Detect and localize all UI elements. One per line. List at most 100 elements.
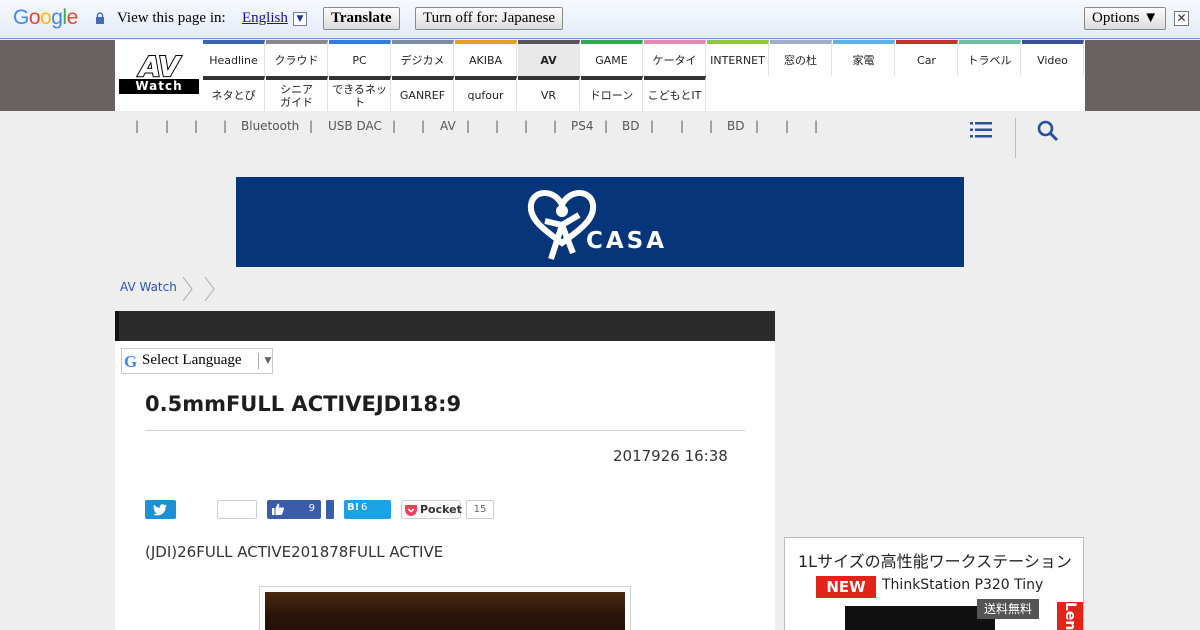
nav-tab[interactable]: Car bbox=[896, 40, 958, 76]
nav-tab[interactable]: トラベル bbox=[959, 40, 1021, 76]
subnav-divider: | bbox=[135, 119, 140, 133]
nav-tab[interactable]: qufour bbox=[455, 76, 517, 111]
subnav-divider: | bbox=[392, 119, 397, 133]
translate-button[interactable]: Translate bbox=[323, 7, 400, 30]
nav-tab[interactable]: シニア ガイド bbox=[266, 76, 328, 111]
google-logo: Google bbox=[13, 6, 78, 29]
article-photo[interactable] bbox=[265, 592, 625, 630]
header-inner: AV Watch Headline クラウド PC デジカメ AKIBA AV GAME ケー… bbox=[115, 40, 1085, 111]
site-logo[interactable]: AV Watch bbox=[119, 49, 199, 94]
sub-navigation: | | | | Bluetooth | USB DAC | | AV | | |… bbox=[115, 117, 845, 137]
hatena-count: 6 bbox=[361, 502, 368, 513]
nav-tab[interactable]: デジカメ bbox=[392, 40, 454, 76]
nav-tab[interactable]: AV bbox=[518, 40, 580, 76]
lock-icon bbox=[96, 12, 104, 24]
subnav-link-usbdac[interactable]: USB DAC bbox=[328, 119, 382, 133]
subnav-divider: | bbox=[650, 119, 655, 133]
ad-product-image bbox=[845, 606, 995, 630]
site-header: AV Watch Headline クラウド PC デジカメ AKIBA AV GAME ケー… bbox=[0, 40, 1200, 111]
subnav-divider: | bbox=[165, 119, 170, 133]
chevron-right-icon bbox=[182, 276, 193, 302]
nav-tab[interactable]: 窓の杜 bbox=[770, 40, 832, 76]
search-icon[interactable] bbox=[1037, 120, 1059, 142]
chevron-right-icon bbox=[204, 276, 215, 302]
select-language-dropdown[interactable]: G Select Language ▼ bbox=[121, 348, 274, 374]
header-divider bbox=[1015, 118, 1016, 158]
pocket-button[interactable]: Pocket bbox=[401, 500, 462, 519]
translate-bar: Google View this page in: English ▼ Tran… bbox=[0, 0, 1200, 39]
ad-title: 1Lサイズの高性能ワークステーション bbox=[798, 552, 1072, 571]
nav-tab[interactable]: GAME bbox=[581, 40, 643, 76]
hatena-bookmark-button[interactable]: B! 6 bbox=[344, 500, 391, 519]
subnav-divider: | bbox=[466, 119, 471, 133]
menu-list-icon[interactable] bbox=[970, 121, 992, 139]
facebook-like-button[interactable]: 9 bbox=[267, 500, 321, 519]
close-icon[interactable]: ✕ bbox=[1174, 11, 1189, 26]
subnav-divider: | bbox=[604, 119, 609, 133]
nav-tab[interactable]: PC bbox=[329, 40, 391, 76]
breadcrumb-home[interactable]: AV Watch bbox=[120, 280, 177, 294]
nav-tab[interactable]: ネタとぴ bbox=[203, 76, 265, 111]
nav-tab[interactable]: AKIBA bbox=[455, 40, 517, 76]
twitter-share-button[interactable] bbox=[145, 500, 176, 519]
banner-brand: CASA bbox=[586, 228, 668, 254]
facebook-share-button[interactable] bbox=[326, 500, 334, 519]
options-button[interactable]: Options ▼ bbox=[1084, 7, 1167, 30]
breadcrumb: AV Watch bbox=[120, 280, 177, 294]
select-language-label: Select Language bbox=[142, 352, 242, 368]
subnav-divider: | bbox=[309, 119, 314, 133]
nav-tab[interactable]: VR bbox=[518, 76, 580, 111]
pocket-icon bbox=[405, 505, 417, 516]
nav-tab[interactable]: ケータイ bbox=[644, 40, 706, 76]
language-dropdown-icon[interactable]: ▼ bbox=[293, 12, 307, 26]
subnav-divider: | bbox=[680, 119, 685, 133]
subnav-link-ps4[interactable]: PS4 bbox=[571, 119, 594, 133]
subnav-divider: | bbox=[495, 119, 500, 133]
article-lead: (JDI)26FULL ACTIVE201878FULL ACTIVE bbox=[145, 543, 444, 561]
nav-tab[interactable]: できるネット bbox=[329, 76, 391, 111]
article-photo-frame[interactable] bbox=[259, 586, 631, 630]
nav-tab[interactable]: こどもとIT bbox=[644, 76, 706, 111]
nav-tab[interactable]: 家電 bbox=[833, 40, 895, 76]
ad-new-badge: NEW bbox=[816, 576, 876, 598]
chevron-down-icon: ▼ bbox=[262, 353, 274, 367]
ad-brand-logo: Lenovo bbox=[1057, 602, 1083, 630]
article-date: 2017926 16:38 bbox=[613, 447, 728, 465]
subnav-divider: | bbox=[223, 119, 228, 133]
logo-watch-text: Watch bbox=[119, 79, 199, 94]
nav-tab[interactable]: クラウド bbox=[266, 40, 328, 76]
ad-product-name: ThinkStation P320 Tiny bbox=[882, 577, 1044, 593]
nav-tab[interactable]: Video bbox=[1022, 40, 1084, 76]
pocket-count: 15 bbox=[466, 500, 494, 519]
language-link[interactable]: English bbox=[242, 10, 288, 27]
article-header-bar bbox=[115, 311, 775, 341]
hatena-label: B! bbox=[347, 502, 360, 513]
subnav-divider: | bbox=[785, 119, 790, 133]
ad-shipping-badge: 送料無料 bbox=[977, 599, 1039, 619]
side-ad[interactable]: 1Lサイズの高性能ワークステーション NEW ThinkStation P320… bbox=[784, 537, 1084, 630]
twitter-count-bubble bbox=[217, 500, 257, 519]
subnav-divider: | bbox=[709, 119, 714, 133]
select-divider bbox=[258, 353, 259, 369]
subnav-link-av[interactable]: AV bbox=[440, 119, 456, 133]
turn-off-button[interactable]: Turn off for: Japanese bbox=[415, 7, 564, 30]
thumbs-up-icon bbox=[272, 503, 284, 515]
nav-tab[interactable]: GANREF bbox=[392, 76, 454, 111]
subnav-divider: | bbox=[194, 119, 199, 133]
subnav-divider: | bbox=[814, 119, 819, 133]
nav-tab[interactable]: Headline bbox=[203, 40, 265, 76]
subnav-link-bd[interactable]: BD bbox=[727, 119, 744, 133]
article-title: 0.5mmFULL ACTIVEJDI18:9 bbox=[145, 392, 462, 416]
subnav-divider: | bbox=[524, 119, 529, 133]
nav-tab[interactable]: INTERNET bbox=[707, 40, 769, 76]
subnav-link-bluetooth[interactable]: Bluetooth bbox=[241, 119, 299, 133]
pocket-label: Pocket bbox=[420, 503, 462, 516]
google-g-icon: G bbox=[124, 352, 138, 371]
subnav-divider: | bbox=[421, 119, 426, 133]
twitter-bird-icon bbox=[153, 504, 167, 516]
article-panel: G Select Language ▼ 0.5mmFULL ACTIVEJDI1… bbox=[115, 311, 775, 630]
nav-tab[interactable]: ドローン bbox=[581, 76, 643, 111]
facebook-count: 9 bbox=[308, 503, 315, 514]
ad-brand-text: Lenovo bbox=[1062, 602, 1078, 630]
subnav-link-bd[interactable]: BD bbox=[622, 119, 639, 133]
